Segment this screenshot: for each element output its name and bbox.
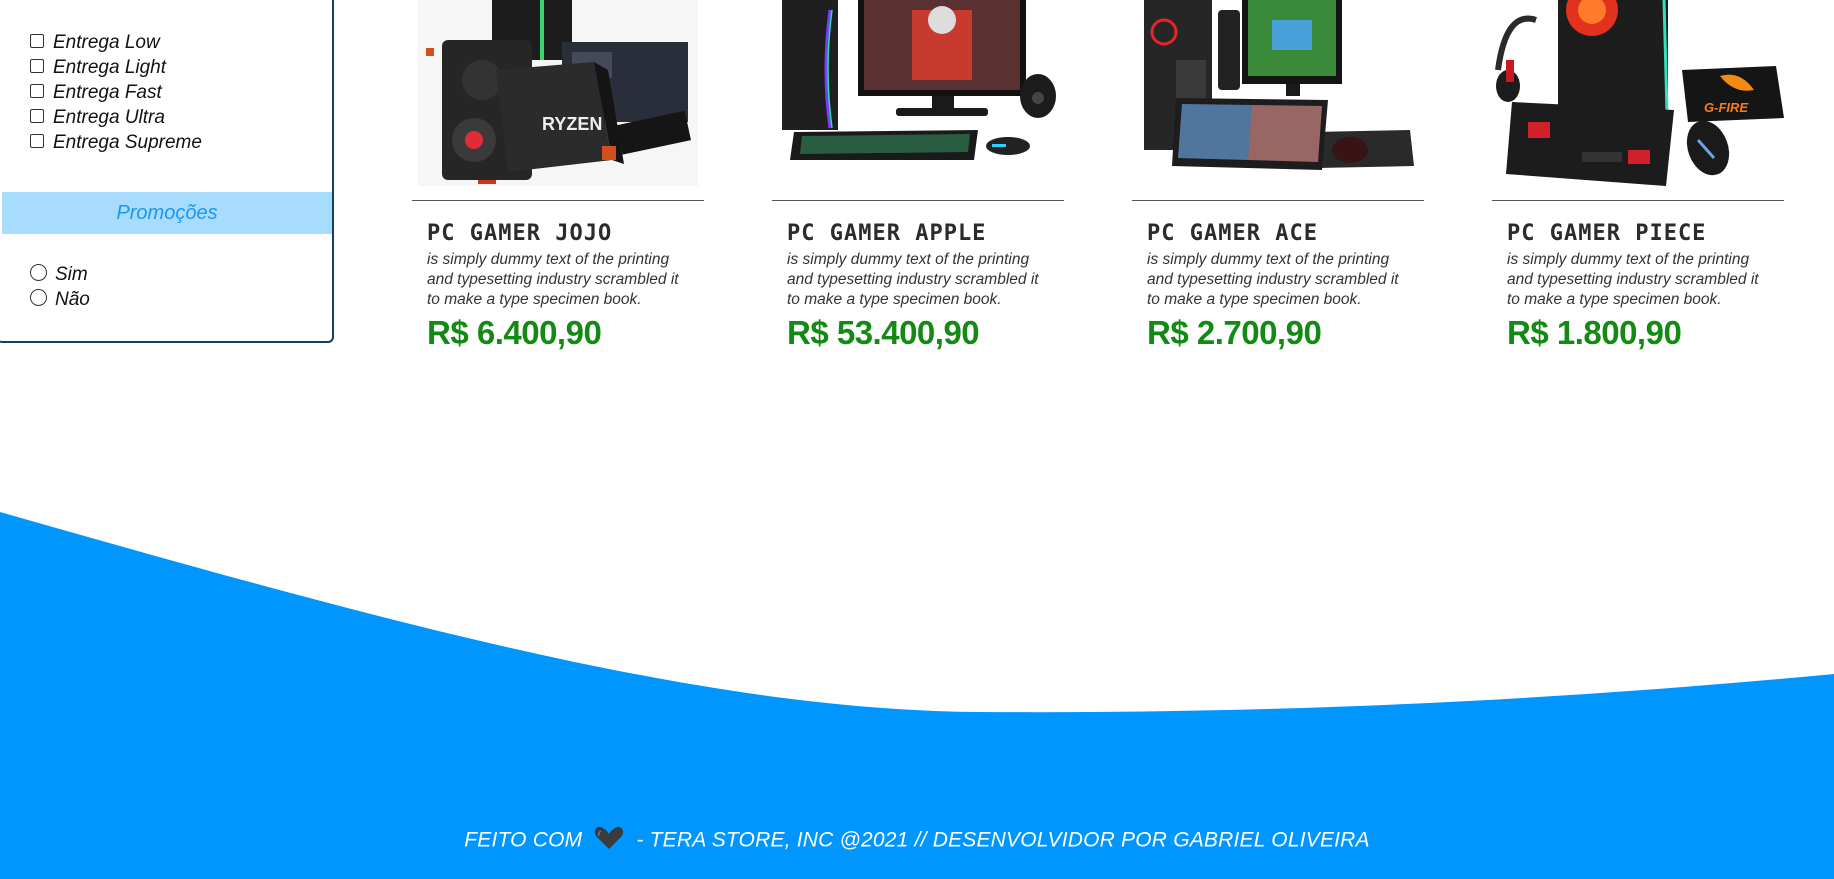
pc-rgb-keyboard-image[interactable]	[1132, 0, 1424, 201]
footer-wave	[0, 512, 1834, 879]
heart-icon	[594, 826, 624, 856]
pc-ryzen-components-image[interactable]: RYZEN	[412, 0, 704, 201]
filter-label: Entrega Ultra	[53, 106, 165, 128]
product-price: R$ 2.700,90	[1147, 314, 1322, 351]
filter-sidebar: Entrega Low Entrega Light Entrega Fast E…	[0, 0, 334, 343]
filter-label: Entrega Low	[53, 31, 160, 53]
svg-text:RYZEN: RYZEN	[542, 114, 602, 134]
product-card[interactable]: PC GAMER APPLE is simply dummy text of t…	[772, 0, 1064, 352]
pc-monitor-setup-image[interactable]	[772, 0, 1064, 201]
filter-label: Entrega Fast	[53, 81, 162, 103]
promotion-option-sim[interactable]: Sim	[30, 262, 90, 287]
product-card[interactable]: PC GAMER ACE is simply dummy text of the…	[1132, 0, 1424, 352]
filter-entrega-light[interactable]: Entrega Light	[30, 55, 202, 80]
delivery-filter-list: Entrega Low Entrega Light Entrega Fast E…	[30, 30, 202, 155]
product-description: is simply dummy text of the printing and…	[427, 251, 679, 308]
product-description: is simply dummy text of the printing and…	[1507, 251, 1759, 308]
filter-entrega-ultra[interactable]: Entrega Ultra	[30, 105, 202, 130]
footer-credits: FEITO COM - TERA STORE, INC @2021 // DES…	[0, 826, 1834, 856]
promotion-option-nao[interactable]: Não	[30, 287, 90, 312]
checkbox[interactable]	[30, 83, 44, 98]
product-name[interactable]: PC GAMER ACE	[1147, 221, 1409, 246]
filter-entrega-supreme[interactable]: Entrega Supreme	[30, 130, 202, 155]
promotions-header: Promoções	[2, 192, 332, 234]
pc-gfire-combo-image[interactable]: G-FIRE	[1492, 0, 1784, 201]
promotions-title: Promoções	[116, 201, 218, 224]
filter-label: Entrega Light	[53, 56, 167, 78]
svg-text:G-FIRE: G-FIRE	[1704, 100, 1748, 115]
product-card[interactable]: RYZEN PC GAMER JOJO is simply dummy text…	[412, 0, 704, 352]
footer-text-after: - TERA STORE, INC @2021 // DESENVOLVIDOR…	[636, 828, 1370, 852]
checkbox[interactable]	[30, 58, 44, 73]
footer-text-before: FEITO COM	[464, 828, 583, 852]
product-description: is simply dummy text of the printing and…	[787, 251, 1039, 308]
promotions-radio-group: Sim Não	[30, 262, 90, 312]
product-description: is simply dummy text of the printing and…	[1147, 251, 1399, 308]
filter-entrega-fast[interactable]: Entrega Fast	[30, 80, 202, 105]
radio-button[interactable]	[30, 288, 47, 306]
checkbox[interactable]	[30, 108, 44, 123]
product-name[interactable]: PC GAMER PIECE	[1507, 221, 1769, 246]
product-name[interactable]: PC GAMER JOJO	[427, 221, 689, 246]
product-price: R$ 6.400,90	[427, 314, 602, 351]
radio-label: Sim	[55, 263, 88, 285]
checkbox[interactable]	[30, 33, 44, 48]
filter-entrega-low[interactable]: Entrega Low	[30, 30, 202, 55]
radio-label: Não	[55, 288, 90, 310]
product-name[interactable]: PC GAMER APPLE	[787, 221, 1049, 246]
product-card[interactable]: G-FIRE PC GAMER PIECE is simply dummy te…	[1492, 0, 1784, 352]
radio-button[interactable]	[30, 263, 47, 281]
product-price: R$ 1.800,90	[1507, 314, 1682, 351]
product-price: R$ 53.400,90	[787, 314, 980, 351]
checkbox[interactable]	[30, 133, 44, 148]
filter-label: Entrega Supreme	[53, 131, 202, 153]
